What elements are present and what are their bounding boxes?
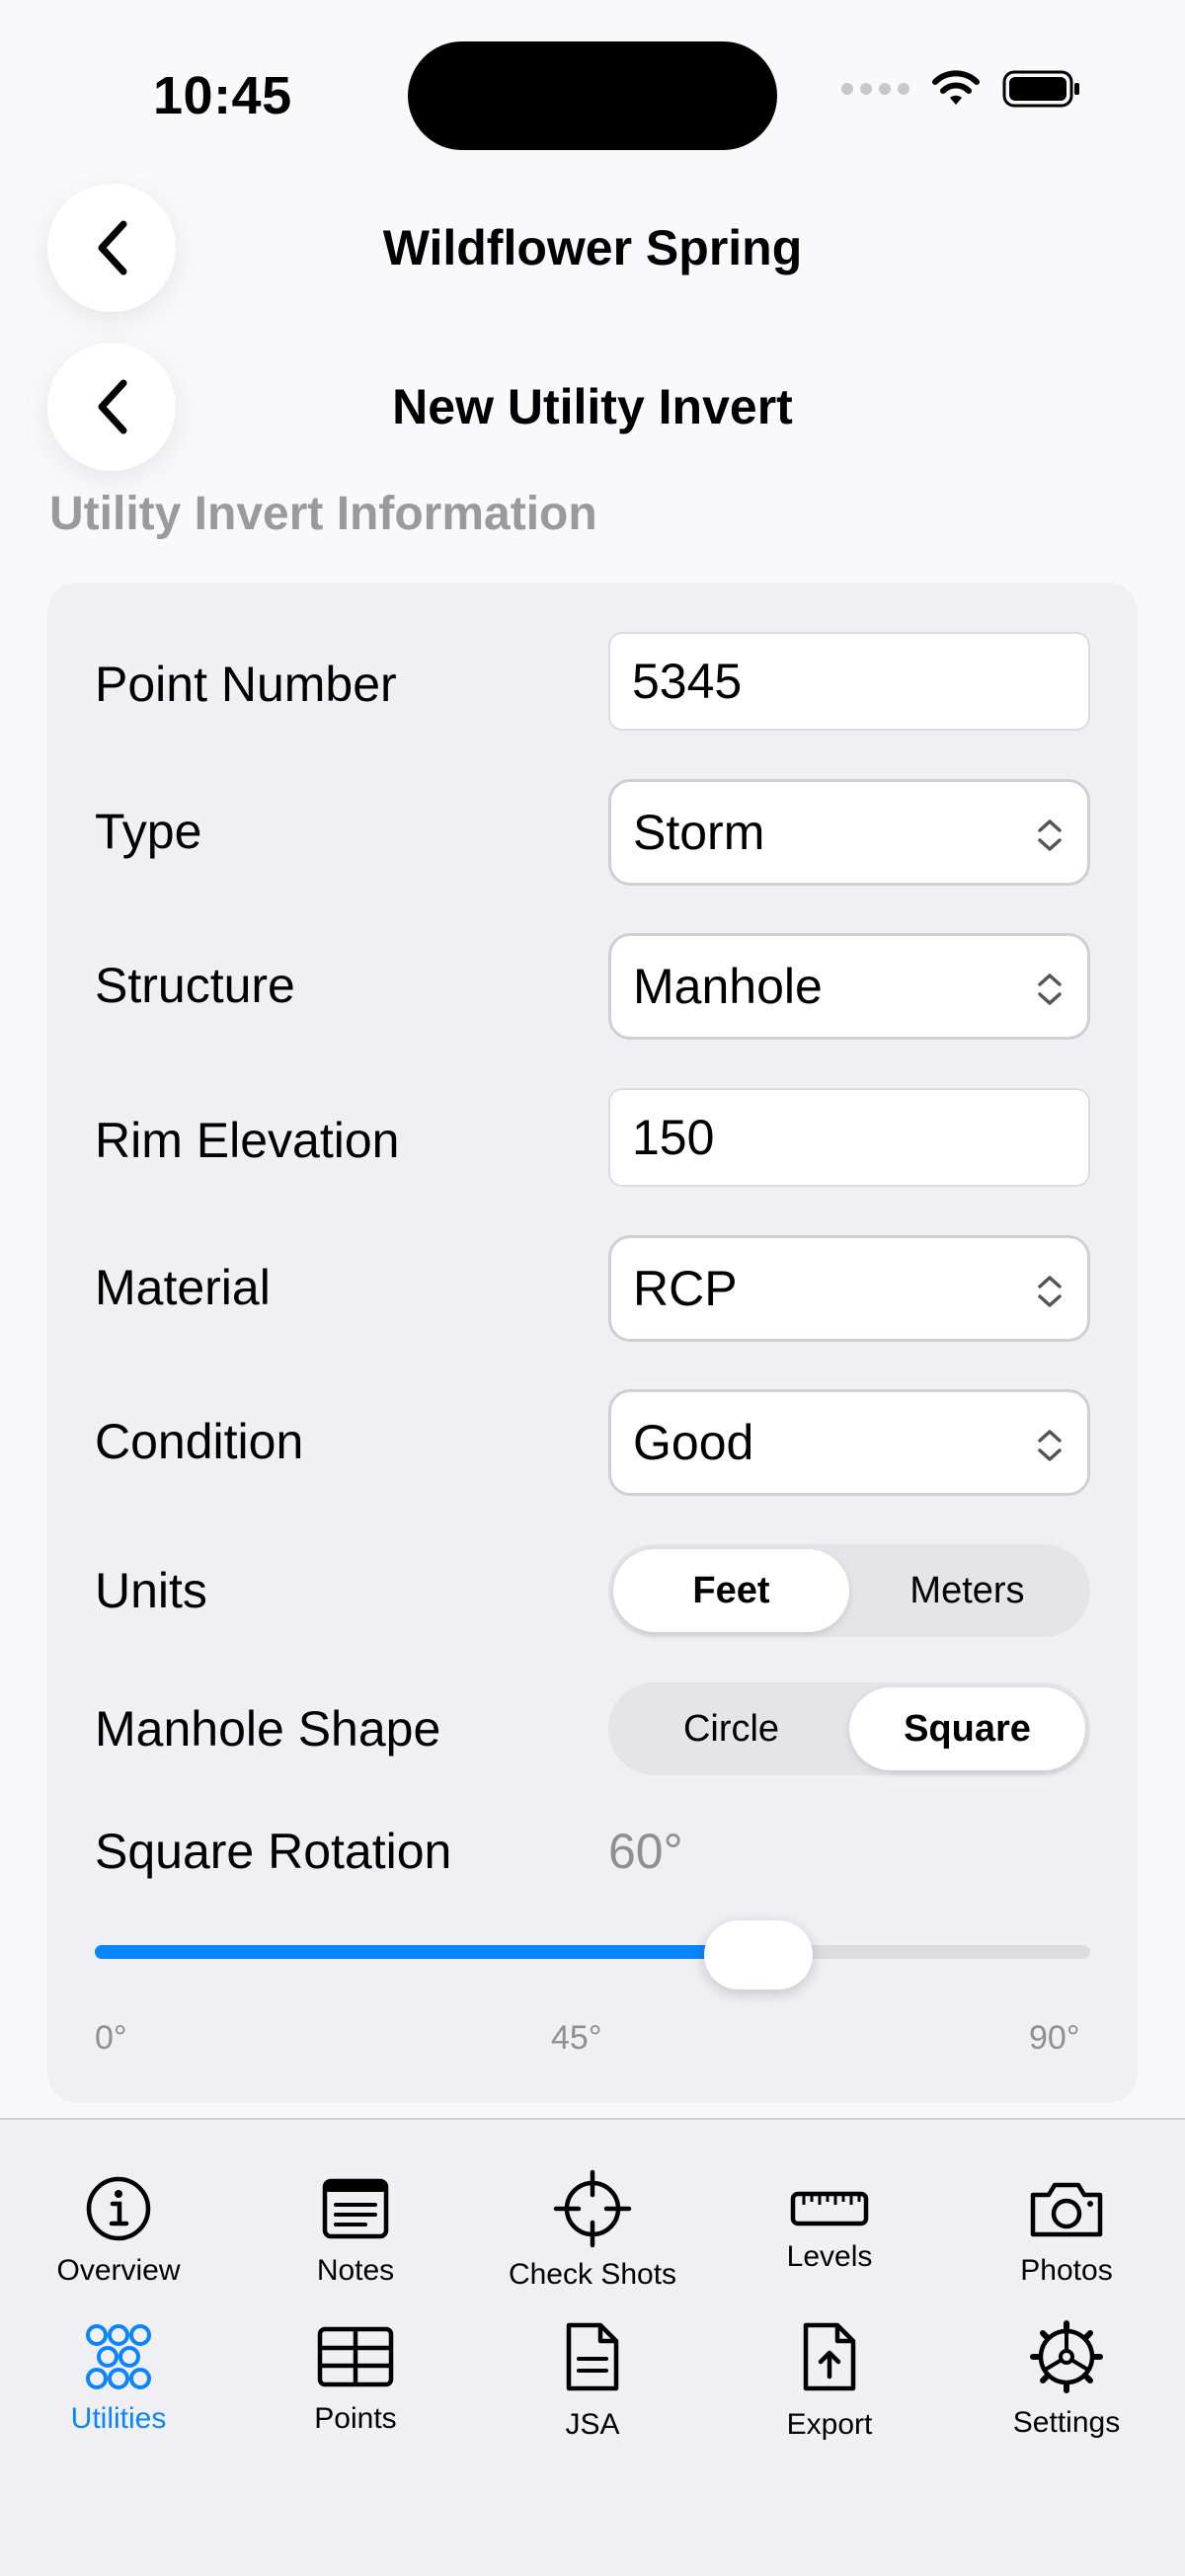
type-label: Type bbox=[95, 804, 202, 859]
type-row: Type Storm bbox=[95, 779, 1090, 886]
structure-value: Manhole bbox=[633, 959, 823, 1014]
rim-elevation-input[interactable] bbox=[608, 1088, 1090, 1187]
chevron-left-icon bbox=[98, 379, 127, 434]
tab-export-label: Export bbox=[786, 2408, 873, 2441]
tab-jsa-label: JSA bbox=[565, 2408, 620, 2441]
slider-tick-mid: 45° bbox=[551, 2019, 602, 2057]
tab-photos[interactable]: Photos bbox=[948, 2169, 1185, 2288]
ruler-icon bbox=[790, 2191, 869, 2226]
structure-picker[interactable]: Manhole bbox=[608, 933, 1090, 1040]
square-rotation-slider[interactable] bbox=[95, 1920, 1090, 1990]
condition-label: Condition bbox=[95, 1414, 304, 1469]
chevron-up-down-icon bbox=[1038, 820, 1062, 851]
chevron-up-down-icon bbox=[1038, 1430, 1062, 1461]
tab-utilities[interactable]: Utilities bbox=[0, 2317, 237, 2436]
tab-settings-label: Settings bbox=[1012, 2406, 1121, 2439]
slider-tick-min: 0° bbox=[95, 2019, 127, 2057]
type-picker[interactable]: Storm bbox=[608, 779, 1090, 886]
tab-points-label: Points bbox=[314, 2402, 397, 2435]
tab-jsa[interactable]: JSA bbox=[474, 2317, 711, 2442]
cellular-signal-icon bbox=[841, 83, 909, 95]
status-time: 10:45 bbox=[153, 66, 292, 125]
chevron-left-icon bbox=[98, 220, 127, 275]
condition-row: Condition Good bbox=[95, 1389, 1090, 1496]
units-row: Units Feet Meters bbox=[95, 1544, 1090, 1649]
material-value: RCP bbox=[633, 1261, 738, 1316]
dynamic-island bbox=[408, 41, 777, 150]
shape-option-square[interactable]: Square bbox=[849, 1687, 1085, 1770]
tab-overview-label: Overview bbox=[56, 2254, 181, 2287]
units-option-meters[interactable]: Meters bbox=[849, 1549, 1085, 1632]
point-number-label: Point Number bbox=[95, 657, 397, 712]
tab-levels-label: Levels bbox=[786, 2240, 873, 2273]
back-button[interactable] bbox=[47, 343, 176, 471]
slider-fill bbox=[95, 1945, 758, 1959]
info-circle-icon bbox=[86, 2176, 151, 2241]
tab-export[interactable]: Export bbox=[711, 2317, 948, 2442]
tab-check-shots[interactable]: Check Shots bbox=[474, 2169, 711, 2292]
units-label: Units bbox=[95, 1563, 207, 1618]
tab-check-shots-label: Check Shots bbox=[508, 2258, 677, 2291]
rim-elevation-row: Rim Elevation bbox=[95, 1088, 1090, 1193]
chevron-up-down-icon bbox=[1038, 974, 1062, 1005]
material-picker[interactable]: RCP bbox=[608, 1235, 1090, 1342]
square-rotation-row: Square Rotation 60° bbox=[95, 1799, 1090, 1904]
status-bar: 10:45 bbox=[0, 0, 1185, 178]
export-upload-icon bbox=[803, 2322, 856, 2391]
section-header: Utility Invert Information bbox=[49, 488, 597, 540]
point-number-input[interactable] bbox=[608, 632, 1090, 731]
rim-elevation-label: Rim Elevation bbox=[95, 1113, 400, 1168]
slider-thumb[interactable] bbox=[704, 1920, 813, 1990]
gear-icon bbox=[1030, 2320, 1103, 2393]
shape-option-circle[interactable]: Circle bbox=[613, 1687, 849, 1770]
tab-levels[interactable]: Levels bbox=[711, 2169, 948, 2274]
square-rotation-value: 60° bbox=[608, 1824, 683, 1879]
structure-label: Structure bbox=[95, 958, 295, 1013]
units-option-feet[interactable]: Feet bbox=[613, 1549, 849, 1632]
parent-nav-title: Wildflower Spring bbox=[382, 220, 803, 275]
tab-bar: Overview Notes Check Shots Levels Photos… bbox=[0, 2118, 1185, 2576]
wifi-icon bbox=[932, 70, 980, 105]
tab-notes-label: Notes bbox=[316, 2254, 395, 2287]
back-button-parent[interactable] bbox=[47, 184, 176, 312]
tab-settings[interactable]: Settings bbox=[948, 2317, 1185, 2440]
battery-icon bbox=[1002, 70, 1079, 108]
status-icons bbox=[841, 69, 1081, 109]
structure-row: Structure Manhole bbox=[95, 933, 1090, 1040]
condition-picker[interactable]: Good bbox=[608, 1389, 1090, 1496]
manhole-shape-label: Manhole Shape bbox=[95, 1701, 441, 1756]
slider-tick-max: 90° bbox=[1029, 2019, 1080, 2057]
notes-icon bbox=[322, 2178, 389, 2239]
tab-photos-label: Photos bbox=[1020, 2254, 1113, 2287]
tab-notes[interactable]: Notes bbox=[237, 2169, 474, 2288]
page-title: New Utility Invert bbox=[392, 379, 793, 434]
tab-overview[interactable]: Overview bbox=[0, 2169, 237, 2288]
camera-icon bbox=[1030, 2182, 1103, 2237]
material-row: Material RCP bbox=[95, 1235, 1090, 1342]
nav-bar: New Utility Invert bbox=[0, 343, 1185, 471]
parent-nav-bar: Wildflower Spring bbox=[0, 184, 1185, 312]
utilities-circles-icon bbox=[86, 2324, 151, 2389]
point-number-row: Point Number bbox=[95, 632, 1090, 737]
square-rotation-label: Square Rotation bbox=[95, 1824, 452, 1879]
chevron-up-down-icon bbox=[1038, 1276, 1062, 1307]
material-label: Material bbox=[95, 1260, 271, 1315]
manhole-shape-segmented-control: Circle Square bbox=[608, 1682, 1090, 1775]
table-grid-icon bbox=[317, 2326, 394, 2387]
document-icon bbox=[566, 2322, 619, 2391]
manhole-shape-row: Manhole Shape Circle Square bbox=[95, 1682, 1090, 1787]
tab-points[interactable]: Points bbox=[237, 2317, 474, 2436]
condition-value: Good bbox=[633, 1415, 754, 1470]
type-value: Storm bbox=[633, 805, 765, 860]
tab-utilities-label: Utilities bbox=[70, 2402, 167, 2435]
units-segmented-control: Feet Meters bbox=[608, 1544, 1090, 1637]
crosshair-icon bbox=[553, 2169, 632, 2248]
